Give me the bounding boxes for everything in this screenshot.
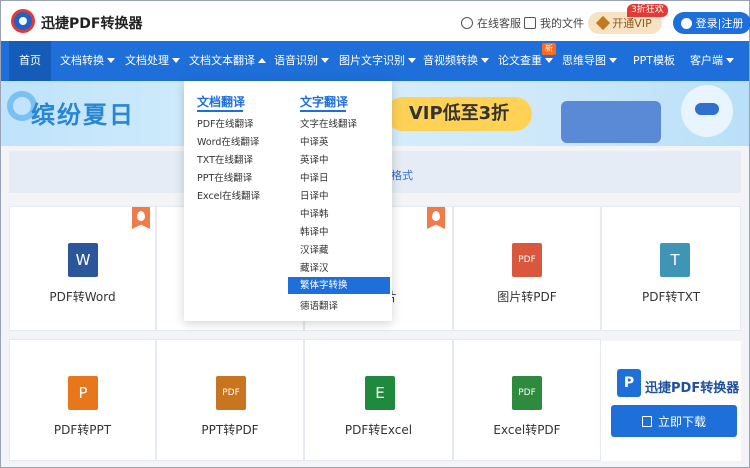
tool-card-pdf-to-ppt[interactable]: P PDF转PPT <box>9 339 156 461</box>
tool-label: PDF转Word <box>49 290 116 304</box>
menu-item-ko-zh[interactable]: 韩译中 <box>300 224 329 238</box>
menu-item-word-translate[interactable]: Word在线翻译 <box>197 134 259 148</box>
chevron-down-icon <box>107 58 115 63</box>
main-nav: 首页 文档转换 文档处理 文档文本翻译 语音识别 图片文字识别 音视频转换 论文… <box>1 41 749 81</box>
menu-item-pdf-translate[interactable]: PDF在线翻译 <box>197 116 254 130</box>
txt-icon: T <box>660 243 690 277</box>
pdf-icon: PDF <box>512 376 542 410</box>
tool-card-pdf-to-excel[interactable]: E PDF转Excel <box>304 339 453 461</box>
tool-card-image-to-pdf[interactable]: PDF 图片转PDF <box>453 206 601 331</box>
new-badge: 新 <box>542 43 556 55</box>
chevron-down-icon <box>545 58 553 63</box>
download-now-button[interactable]: 立即下载 <box>611 405 737 437</box>
tool-label: 图片转PDF <box>497 290 557 304</box>
vip-label: 开通VIP <box>612 17 652 30</box>
translate-dropdown-menu: 文档翻译 PDF在线翻译 Word在线翻译 TXT在线翻译 PPT在线翻译 Ex… <box>184 81 392 321</box>
nav-item-home[interactable]: 首页 <box>9 41 51 81</box>
treasure-box-image <box>561 101 661 143</box>
text-translate-heading: 文字翻译 <box>300 95 349 109</box>
chevron-down-icon <box>321 58 329 63</box>
tool-card-pdf-to-word[interactable]: W PDF转Word <box>9 206 156 331</box>
tool-card-pdf-to-txt[interactable]: T PDF转TXT <box>601 206 741 331</box>
vip-promo-badge: 3折狂欢 <box>627 4 668 17</box>
heading-underline <box>197 110 243 112</box>
chevron-down-icon <box>609 58 617 63</box>
tool-label: PPT转PDF <box>201 423 259 437</box>
menu-item-tibetan-zh[interactable]: 藏译汉 <box>300 260 329 274</box>
nav-item-client[interactable]: 客户端 <box>690 41 734 81</box>
chevron-up-icon <box>258 58 266 63</box>
nav-item-speech-recognition[interactable]: 语音识别 <box>274 41 329 81</box>
pdf-icon: PDF <box>216 376 246 410</box>
tool-card-ppt-to-pdf[interactable]: PDF PPT转PDF <box>156 339 304 461</box>
app-name: 迅捷PDF转换器 <box>645 381 740 396</box>
logo-text[interactable]: 迅捷PDF转换器 <box>41 13 142 33</box>
menu-item-ppt-translate[interactable]: PPT在线翻译 <box>197 170 252 184</box>
login-label: 登录|注册 <box>695 17 744 30</box>
top-header: 迅捷PDF转换器 在线客服 我的文件 开通VIP 3折狂欢 登录|注册 <box>1 1 750 41</box>
word-icon: W <box>68 243 98 277</box>
tool-label: PDF转Excel <box>344 423 413 437</box>
menu-item-en-zh[interactable]: 英译中 <box>300 152 329 166</box>
menu-item-txt-translate[interactable]: TXT在线翻译 <box>197 152 253 166</box>
menu-item-traditional-convert[interactable]: 繁体字转换 <box>288 277 390 294</box>
diamond-icon <box>596 15 611 31</box>
menu-item-zh-tibetan[interactable]: 汉译藏 <box>300 242 329 256</box>
menu-item-zh-en[interactable]: 中译英 <box>300 134 329 148</box>
download-label: 立即下载 <box>657 414 706 429</box>
excel-icon: E <box>365 376 395 410</box>
nav-item-image-ocr[interactable]: 图片文字识别 <box>339 41 416 81</box>
tool-label: Excel转PDF <box>493 423 561 437</box>
nav-item-ppt-templates[interactable]: PPT模板 <box>633 41 675 81</box>
pdf-icon: PDF <box>512 243 542 277</box>
download-icon <box>641 415 652 427</box>
headset-icon <box>461 17 473 29</box>
nav-item-doc-process[interactable]: 文档处理 <box>125 41 180 81</box>
banner-title: 缤纷夏日 <box>31 101 135 129</box>
ppt-icon: P <box>68 376 98 410</box>
app-logo-icon: P <box>617 369 641 397</box>
mascot-image <box>681 85 733 137</box>
chevron-down-icon <box>172 58 180 63</box>
menu-item-german-translate[interactable]: 德语翻译 <box>300 298 338 312</box>
logo-icon[interactable] <box>11 9 35 33</box>
tool-card-excel-to-pdf[interactable]: PDF Excel转PDF <box>453 339 601 461</box>
menu-item-ja-zh[interactable]: 日译中 <box>300 188 329 202</box>
nav-item-doc-translate[interactable]: 文档文本翻译 <box>189 41 266 81</box>
user-icon <box>680 17 692 29</box>
hot-flame-icon <box>132 207 150 229</box>
chevron-down-icon <box>481 58 489 63</box>
nav-item-av-convert[interactable]: 音视频转换 <box>423 41 489 81</box>
menu-item-zh-ja[interactable]: 中译日 <box>300 170 329 184</box>
menu-item-text-translate[interactable]: 文字在线翻译 <box>300 116 357 130</box>
my-files-label: 我的文件 <box>540 17 584 30</box>
doc-translate-heading: 文档翻译 <box>197 95 246 109</box>
hot-flame-icon <box>427 207 445 229</box>
my-files-link[interactable]: 我的文件 <box>524 15 584 31</box>
chevron-down-icon <box>408 58 416 63</box>
download-panel: P 迅捷PDF转换器 立即下载 <box>601 341 741 461</box>
menu-item-excel-translate[interactable]: Excel在线翻译 <box>197 188 260 202</box>
chevron-down-icon <box>726 58 734 63</box>
file-icon <box>524 17 536 29</box>
tool-label: PDF转TXT <box>641 290 701 304</box>
menu-item-zh-ko[interactable]: 中译韩 <box>300 206 329 220</box>
nav-item-doc-convert[interactable]: 文档转换 <box>60 41 115 81</box>
format-bar-text: 格式 <box>391 169 413 182</box>
online-service-link[interactable]: 在线客服 <box>461 15 521 31</box>
online-service-label: 在线客服 <box>477 17 521 30</box>
nav-item-mind-map[interactable]: 思维导图 <box>562 41 617 81</box>
heading-underline <box>300 110 346 112</box>
login-register-button[interactable]: 登录|注册 <box>673 12 750 34</box>
tool-label: PDF转PPT <box>53 423 112 437</box>
banner-vip-offer: VIP低至3折 <box>386 97 532 131</box>
